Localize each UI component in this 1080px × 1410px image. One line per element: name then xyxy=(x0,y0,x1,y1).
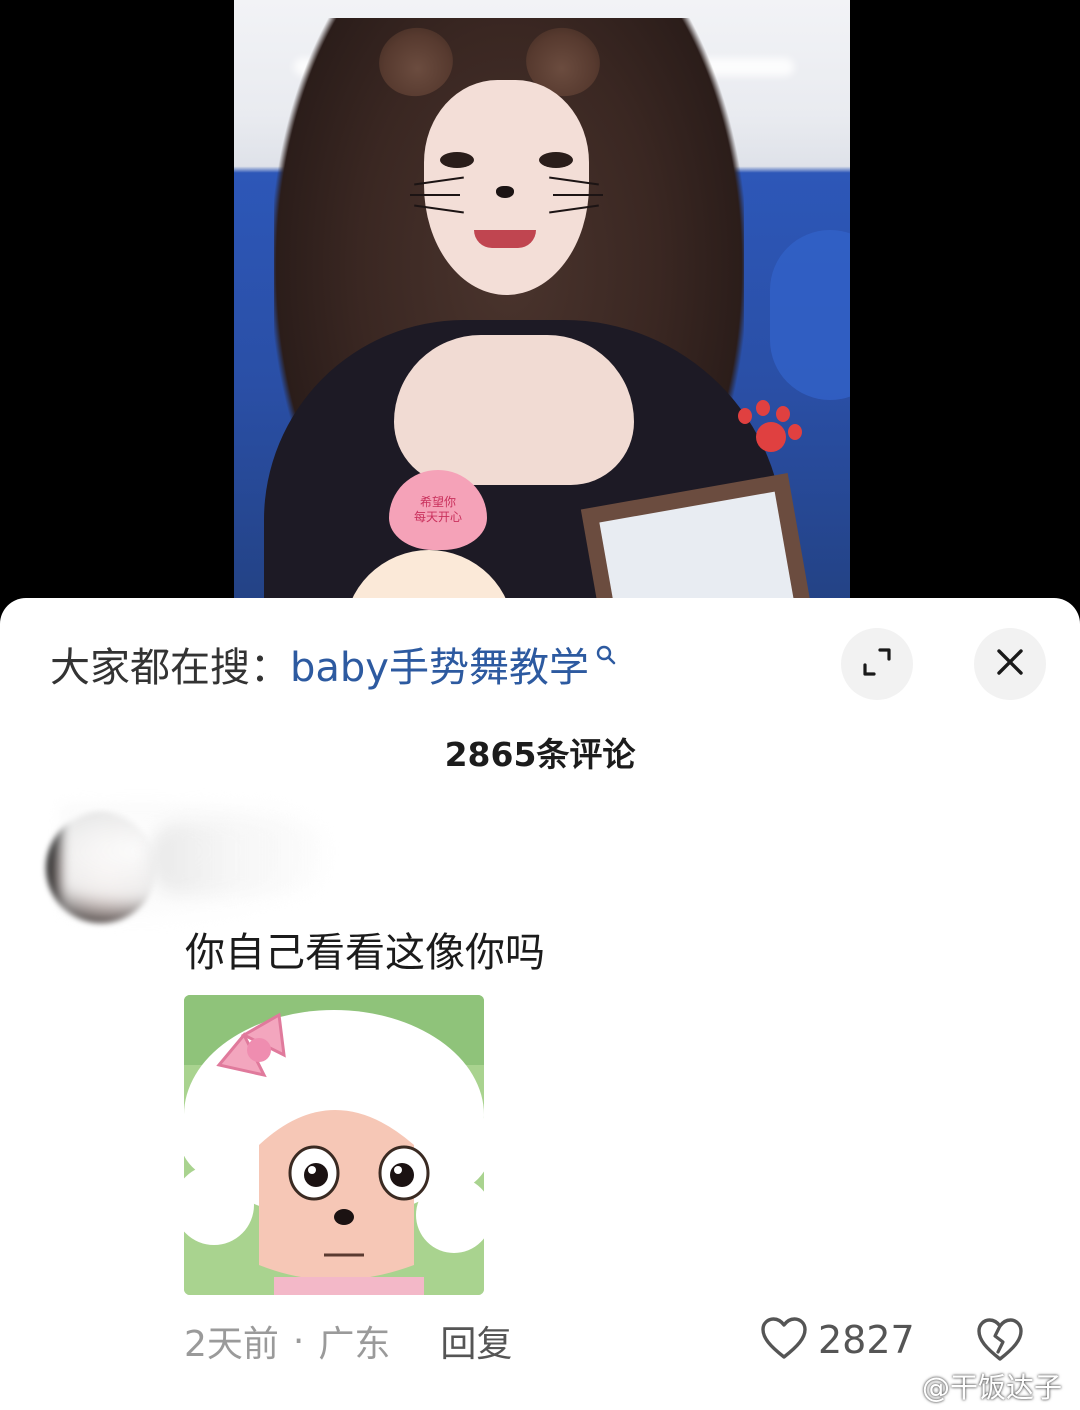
trending-search-prefix: 大家都在搜： xyxy=(50,645,290,691)
whisker xyxy=(410,194,460,196)
expand-button[interactable] xyxy=(841,628,913,700)
like-count: 2827 xyxy=(818,1318,915,1362)
search-icon[interactable] xyxy=(595,630,617,676)
comment-location: 广东 xyxy=(318,1324,391,1365)
wall-decoration xyxy=(770,230,850,400)
reply-button[interactable]: 回复 xyxy=(440,1315,512,1367)
video-frame: 希望你 每天开心 xyxy=(234,0,850,640)
comment-text: 你自己看看这像你吗 xyxy=(185,930,545,976)
close-button[interactable] xyxy=(974,628,1046,700)
app-root: 希望你 每天开心 大家都在搜： baby手势舞教学 2865条评论 你自己看看这… xyxy=(0,0,1080,1410)
dislike-button[interactable] xyxy=(975,1316,1025,1366)
meta-separator: · xyxy=(292,1320,305,1362)
whisker xyxy=(553,194,603,196)
comment-sticker-image[interactable] xyxy=(184,995,484,1295)
cat-nose xyxy=(496,186,514,198)
heart-sticker: 希望你 每天开心 xyxy=(389,470,487,550)
paw-sticker xyxy=(734,400,804,460)
comment-sheet: 大家都在搜： baby手势舞教学 2865条评论 你自己看看这像你吗 2天前 ·… xyxy=(0,598,1080,1410)
heart-sticker-line2: 每天开心 xyxy=(413,510,462,524)
sheep-cartoon-icon xyxy=(184,995,484,1295)
broken-heart-icon xyxy=(975,1318,1025,1366)
comment-count: 2865条评论 xyxy=(444,735,636,774)
video-player[interactable]: 希望你 每天开心 xyxy=(0,0,1080,640)
like-button[interactable]: 2827 xyxy=(760,1312,915,1368)
watermark-text: @干饭达子 xyxy=(922,1371,1063,1404)
eye-right xyxy=(539,152,573,168)
trending-search[interactable]: 大家都在搜： baby手势舞教学 xyxy=(50,634,617,694)
close-icon xyxy=(995,647,1025,681)
comment-meta: 2天前 · 广东 回复 xyxy=(184,1316,512,1366)
weibo-logo-icon xyxy=(882,1368,916,1405)
username-blurred[interactable] xyxy=(150,823,330,893)
comment-time: 2天前 xyxy=(184,1324,279,1365)
heart-sticker-line1: 希望你 xyxy=(419,495,456,509)
eye-left xyxy=(440,152,474,168)
hands-shape xyxy=(394,335,634,485)
trending-search-term[interactable]: baby手势舞教学 xyxy=(290,635,589,693)
heart-outline-icon xyxy=(760,1316,808,1364)
watermark: @干饭达子 xyxy=(882,1368,1062,1404)
expand-icon xyxy=(860,645,894,683)
lips xyxy=(474,230,536,248)
face-shape xyxy=(410,80,603,295)
